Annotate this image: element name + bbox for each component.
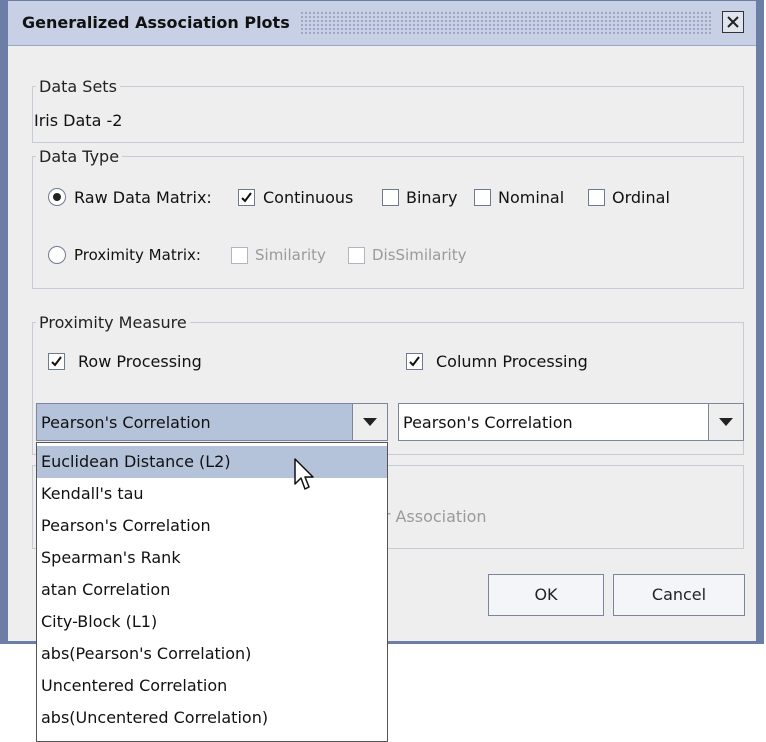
dropdown-item-city-block[interactable]: City-Block (L1)	[37, 606, 387, 638]
checkmark-icon	[241, 192, 252, 203]
row-measure-value: Pearson's Correlation	[41, 413, 211, 432]
data-sets-value: Iris Data -2	[34, 111, 123, 130]
ordinal-label[interactable]: Ordinal	[612, 188, 670, 207]
binary-checkbox[interactable]	[382, 189, 399, 206]
dropdown-item-euclidean[interactable]: Euclidean Distance (L2)	[37, 446, 387, 478]
column-measure-arrow-button[interactable]	[708, 404, 743, 440]
data-type-group: Data Type	[32, 147, 744, 289]
dropdown-item-pearson[interactable]: Pearson's Correlation	[37, 510, 387, 542]
dropdown-item-abs-pearson[interactable]: abs(Pearson's Correlation)	[37, 638, 387, 670]
dropdown-item-spearman[interactable]: Spearman's Rank	[37, 542, 387, 574]
close-button[interactable]	[722, 11, 744, 33]
proximity-matrix-label[interactable]: Proximity Matrix:	[74, 246, 201, 264]
raw-data-matrix-radio[interactable]	[48, 188, 66, 206]
raw-data-matrix-label[interactable]: Raw Data Matrix:	[74, 188, 212, 207]
row-processing-label[interactable]: Row Processing	[78, 352, 202, 371]
nominal-checkbox[interactable]	[474, 189, 491, 206]
nominal-label[interactable]: Nominal	[498, 188, 564, 207]
data-sets-group: Data Sets	[32, 77, 744, 143]
row-processing-checkbox[interactable]	[48, 353, 65, 370]
measure-dropdown-list[interactable]: Euclidean Distance (L2) Kendall's tau Pe…	[36, 442, 388, 742]
continuous-label[interactable]: Continuous	[263, 188, 353, 207]
title-bar[interactable]: Generalized Association Plots	[8, 1, 756, 46]
chevron-down-icon	[719, 418, 733, 426]
binary-label[interactable]: Binary	[406, 188, 457, 207]
column-processing-label[interactable]: Column Processing	[436, 352, 588, 371]
dropdown-item-kendall[interactable]: Kendall's tau	[37, 478, 387, 510]
dropdown-item-abs-uncentered[interactable]: abs(Uncentered Correlation)	[37, 702, 387, 734]
window-title: Generalized Association Plots	[22, 13, 296, 32]
ok-button[interactable]: OK	[488, 574, 604, 616]
dropdown-item-uncentered[interactable]: Uncentered Correlation	[37, 670, 387, 702]
checkmark-icon	[51, 356, 62, 367]
proximity-measure-legend: Proximity Measure	[39, 313, 187, 332]
row-measure-select[interactable]: Pearson's Correlation	[36, 403, 388, 441]
dissimilarity-checkbox[interactable]	[348, 247, 365, 264]
column-measure-select[interactable]: Pearson's Correlation	[398, 403, 744, 441]
dissimilarity-label[interactable]: DisSimilarity	[372, 246, 466, 264]
cancel-button[interactable]: Cancel	[613, 574, 745, 616]
data-type-legend: Data Type	[39, 147, 120, 166]
similarity-label[interactable]: Similarity	[255, 246, 326, 264]
data-sets-legend: Data Sets	[39, 77, 117, 96]
chevron-down-icon	[363, 418, 377, 426]
dropdown-item-atan[interactable]: atan Correlation	[37, 574, 387, 606]
column-processing-checkbox[interactable]	[406, 353, 423, 370]
column-measure-value: Pearson's Correlation	[403, 413, 573, 432]
radio-selected-dot	[53, 193, 61, 201]
checkmark-icon	[409, 356, 420, 367]
ordinal-checkbox[interactable]	[588, 189, 605, 206]
proximity-matrix-radio[interactable]	[48, 246, 66, 264]
similarity-checkbox[interactable]	[231, 247, 248, 264]
mouse-pointer-icon	[294, 458, 314, 490]
title-bar-grip	[300, 11, 712, 35]
row-measure-arrow-button[interactable]	[352, 404, 387, 440]
continuous-checkbox[interactable]	[238, 189, 255, 206]
close-icon	[727, 16, 739, 28]
association-partial-label: ar Association	[374, 507, 487, 526]
